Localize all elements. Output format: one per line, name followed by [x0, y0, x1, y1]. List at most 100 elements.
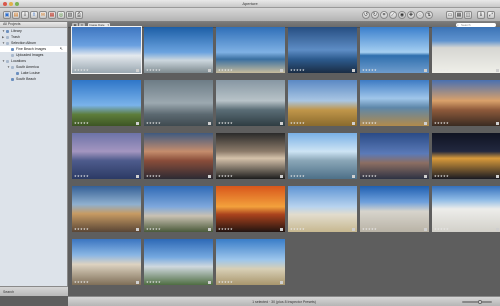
export-icon[interactable]: ⇧	[30, 11, 38, 19]
print-icon[interactable]: ⎙	[75, 11, 83, 19]
thumbnail-image[interactable]: ★★★★★	[72, 239, 141, 285]
photo-thumbnail[interactable]: ★★★★★	[72, 80, 141, 126]
photo-thumbnail[interactable]: ★★★★★	[144, 80, 213, 126]
sidebar-item[interactable]: South Beach	[0, 76, 67, 82]
photo-thumbnail[interactable]: ★★★★★	[216, 133, 285, 179]
star-rating[interactable]: ★★★★★	[290, 228, 305, 231]
thumbnail-image[interactable]: ★★★★★	[360, 27, 429, 73]
photo-thumbnail[interactable]: ★★★★★	[360, 80, 429, 126]
book-icon[interactable]: ▦	[48, 11, 56, 19]
photo-thumbnail[interactable]: ★★★★★	[72, 239, 141, 285]
star-rating[interactable]: ★★★★★	[74, 228, 89, 231]
photo-thumbnail[interactable]: ★★★★★	[144, 186, 213, 232]
new-project-icon[interactable]: ▣	[3, 11, 11, 19]
photo-thumbnail[interactable]: ★★★★★	[288, 27, 357, 73]
thumbnail-image[interactable]: ★★★★★	[288, 133, 357, 179]
photo-thumbnail[interactable]: ★★★★★	[432, 80, 500, 126]
star-rating[interactable]: ★★★★★	[74, 281, 89, 284]
star-rating[interactable]: ★★★★★	[218, 69, 233, 72]
web-gallery-icon[interactable]: ◎	[57, 11, 65, 19]
photo-thumbnail[interactable]: ★★★★★	[360, 186, 429, 232]
star-rating[interactable]: ★★★★★	[290, 122, 305, 125]
star-rating[interactable]: ★★★★★	[362, 122, 377, 125]
red-eye-icon[interactable]: ◉	[398, 11, 406, 19]
photo-thumbnail[interactable]: ★★★★★	[432, 186, 500, 232]
photo-thumbnail[interactable]: ★★★★★	[288, 186, 357, 232]
new-album-icon[interactable]: ▤	[12, 11, 20, 19]
star-rating[interactable]: ★★★★★	[146, 69, 161, 72]
star-rating[interactable]: ★★★★★	[146, 122, 161, 125]
star-rating[interactable]: ★★★★★	[146, 175, 161, 178]
star-rating[interactable]: ★★★★★	[218, 175, 233, 178]
star-rating[interactable]: ★★★★★	[434, 69, 449, 72]
slider-knob[interactable]	[477, 299, 482, 304]
photo-thumbnail[interactable]: ★★★★★	[72, 186, 141, 232]
thumbnail-image[interactable]: ★★★★★	[72, 80, 141, 126]
thumbnail-image[interactable]: ★★★★★	[216, 186, 285, 232]
star-rating[interactable]: ★★★★★	[146, 228, 161, 231]
thumbnail-image[interactable]: ★★★★★	[432, 27, 500, 73]
thumbnail-image[interactable]: ★★★★★	[144, 186, 213, 232]
thumbnail-size-slider[interactable]	[462, 299, 492, 304]
spot-patch-icon[interactable]: ◌	[416, 11, 424, 19]
photo-thumbnail[interactable]: ★★★★★	[432, 27, 500, 73]
thumbnail-image[interactable]: ★★★★★	[144, 27, 213, 73]
thumbnail-image[interactable]: ★★★★★	[432, 133, 500, 179]
thumbnail-image[interactable]: ★★★★★	[432, 186, 500, 232]
inspector-icon[interactable]: ℹ	[477, 11, 485, 19]
thumbnail-image[interactable]: ★★★★★	[288, 186, 357, 232]
star-rating[interactable]: ★★★★★	[146, 281, 161, 284]
retouch-icon[interactable]: ✚	[407, 11, 415, 19]
thumbnail-image[interactable]: ★★★★★	[144, 80, 213, 126]
thumbnail-image[interactable]: ★★★★★	[288, 27, 357, 73]
star-rating[interactable]: ★★★★★	[434, 228, 449, 231]
photo-thumbnail[interactable]: ★★★★★	[216, 186, 285, 232]
thumbnail-image[interactable]: ★★★★★	[71, 26, 142, 74]
import-icon[interactable]: ⇩	[21, 11, 29, 19]
photo-thumbnail[interactable]: ★★★★★	[360, 27, 429, 73]
rotate-right-icon[interactable]: ↻	[371, 11, 379, 19]
straighten-icon[interactable]: ⟋	[389, 11, 397, 19]
photo-thumbnail[interactable]: ★★★★★	[144, 27, 213, 73]
crop-icon[interactable]: ⌗	[380, 11, 388, 19]
thumbnail-image[interactable]: ★★★★★	[360, 133, 429, 179]
rotate-left-icon[interactable]: ↺	[362, 11, 370, 19]
thumbnail-image[interactable]: ★★★★★	[432, 80, 500, 126]
light-table-icon[interactable]: ▧	[66, 11, 74, 19]
photo-thumbnail[interactable]: ★★★★★	[288, 80, 357, 126]
full-screen-icon[interactable]: ⤢	[487, 11, 495, 19]
thumbnail-image[interactable]: ★★★★★	[360, 80, 429, 126]
star-rating[interactable]: ★★★★★	[434, 122, 449, 125]
thumbnail-image[interactable]: ★★★★★	[72, 186, 141, 232]
star-rating[interactable]: ★★★★★	[218, 281, 233, 284]
thumbnail-image[interactable]: ★★★★★	[216, 133, 285, 179]
photo-thumbnail[interactable]: ★★★★★	[216, 239, 285, 285]
star-rating[interactable]: ★★★★★	[218, 122, 233, 125]
thumbnail-image[interactable]: ★★★★★	[360, 186, 429, 232]
thumbnail-image[interactable]: ★★★★★	[216, 239, 285, 285]
star-rating[interactable]: ★★★★★	[74, 69, 89, 72]
viewer-mode-icon[interactable]: ▭	[446, 11, 454, 19]
split-view-icon[interactable]: ◫	[464, 11, 472, 19]
browser-mode-icon[interactable]: ▦	[455, 11, 463, 19]
photo-thumbnail[interactable]: ★★★★★	[216, 80, 285, 126]
thumbnail-image[interactable]: ★★★★★	[216, 27, 285, 73]
photo-thumbnail[interactable]: ★★★★★	[71, 26, 142, 74]
thumbnail-image[interactable]: ★★★★★	[216, 80, 285, 126]
photo-thumbnail[interactable]: ★★★★★	[144, 133, 213, 179]
star-rating[interactable]: ★★★★★	[290, 69, 305, 72]
star-rating[interactable]: ★★★★★	[362, 228, 377, 231]
thumbnail-image[interactable]: ★★★★★	[288, 80, 357, 126]
photo-thumbnail[interactable]: ★★★★★	[144, 239, 213, 285]
star-rating[interactable]: ★★★★★	[74, 122, 89, 125]
thumbnail-image[interactable]: ★★★★★	[144, 133, 213, 179]
thumbnail-image[interactable]: ★★★★★	[72, 133, 141, 179]
star-rating[interactable]: ★★★★★	[218, 228, 233, 231]
photo-thumbnail[interactable]: ★★★★★	[360, 133, 429, 179]
thumbnail-image[interactable]: ★★★★★	[144, 239, 213, 285]
lift-stamp-icon[interactable]: ⇅	[425, 11, 433, 19]
photo-thumbnail[interactable]: ★★★★★	[72, 133, 141, 179]
email-icon[interactable]: ✉	[39, 11, 47, 19]
photo-thumbnail[interactable]: ★★★★★	[288, 133, 357, 179]
photo-thumbnail[interactable]: ★★★★★	[432, 133, 500, 179]
